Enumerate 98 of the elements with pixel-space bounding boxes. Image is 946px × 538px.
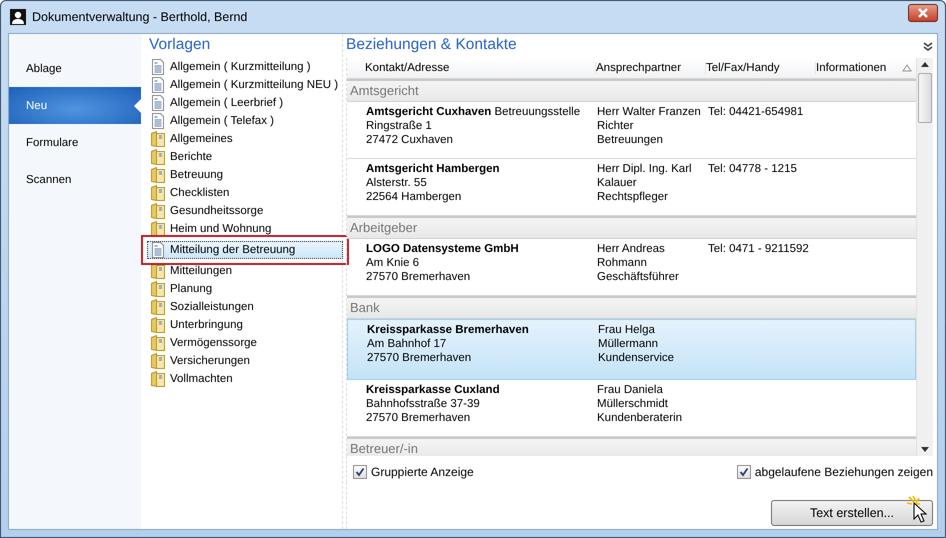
close-icon <box>917 8 929 18</box>
contact-person-line: Herr Walter Franzen <box>597 105 702 119</box>
template-item[interactable]: Allgemein ( Kurzmitteilung ) <box>149 58 339 76</box>
document-icon <box>151 59 165 75</box>
template-item[interactable]: Allgemein ( Telefax ) <box>149 112 339 130</box>
folder-icon <box>151 263 165 279</box>
group-header[interactable]: Betreuer/-in <box>347 437 916 456</box>
create-text-button[interactable]: Text erstellen... <box>771 500 933 526</box>
contact-person-line: Herr Andreas <box>597 242 666 256</box>
template-item[interactable]: Checklisten <box>149 184 339 202</box>
close-button[interactable] <box>908 4 938 22</box>
contact-name: Amtsgericht Hambergen <box>366 162 501 176</box>
contact-person-line: Betreuungen <box>597 133 664 147</box>
templates-title: Vorlagen <box>149 36 212 54</box>
nav-item[interactable]: Formulare <box>9 124 141 161</box>
nav-item[interactable]: Neu <box>9 87 141 124</box>
contact-person-line: Frau Daniela <box>597 383 664 397</box>
address-line: 27570 Bremerhaven <box>367 351 472 365</box>
folder-icon <box>151 203 165 219</box>
address-line: Am Bahnhof 17 <box>367 337 448 351</box>
contact-person-line: Rohmann <box>597 256 648 270</box>
user-icon <box>10 9 26 25</box>
document-icon <box>151 95 165 111</box>
contact-row[interactable]: Kreissparkasse Bremerhaven Am Bahnhof 17 27570 Bremerhaven Frau Helga Müllermann Kundenservice <box>347 319 916 380</box>
template-item[interactable]: Gesundheitssorge <box>149 202 339 220</box>
sort-icon <box>902 64 912 72</box>
address-line: Bahnhofsstraße 37-39 <box>366 397 481 411</box>
nav-item[interactable]: Scannen <box>9 161 141 198</box>
template-item[interactable]: Betreuung <box>149 166 339 184</box>
contact-person-line: Kundenberaterin <box>597 411 684 425</box>
template-item[interactable]: Versicherungen <box>149 352 339 370</box>
template-item[interactable]: Allgemeines <box>149 130 339 148</box>
window-title: Dokumentverwaltung - Berthold, Bernd <box>32 10 248 24</box>
contact-name: Kreissparkasse Bremerhaven <box>367 323 530 337</box>
checkbox[interactable] <box>736 465 751 479</box>
folder-icon <box>151 149 165 165</box>
contact-person-line: Rechtspfleger <box>597 190 669 204</box>
contact-person-line: Kundenservice <box>598 351 676 365</box>
column-header[interactable]: Ansprechpartner <box>595 62 705 74</box>
contact-name: LOGO Datensysteme GmbH <box>366 242 520 256</box>
phone-number: Tel: 04778 - 1215 <box>708 162 798 176</box>
collapse-icon[interactable] <box>923 42 933 52</box>
group-header[interactable]: Bank <box>347 296 916 319</box>
address-line: 27570 Bremerhaven <box>366 270 472 284</box>
contact-person-line: Kalauer <box>597 176 638 190</box>
folder-icon <box>151 299 165 315</box>
template-item[interactable]: Mitteilungen <box>149 262 339 280</box>
contact-person-line: Richter <box>597 119 634 133</box>
document-icon <box>151 242 165 258</box>
scrollbar[interactable] <box>916 58 933 456</box>
folder-icon <box>151 131 165 147</box>
template-item[interactable]: Unterbringung <box>149 316 339 334</box>
document-icon <box>151 77 165 93</box>
contact-person-line: Müllermann <box>598 337 660 351</box>
folder-icon <box>151 335 165 351</box>
column-header[interactable]: Kontakt/Adresse <box>365 62 595 74</box>
address-line: Am Knie 6 <box>366 256 420 270</box>
contact-person-line: Frau Helga <box>598 323 656 337</box>
folder-icon <box>151 281 165 297</box>
document-icon <box>151 113 165 129</box>
template-item[interactable]: Vermögenssorge <box>149 334 339 352</box>
template-item[interactable]: Planung <box>149 280 339 298</box>
address-line: Alsterstr. 55 <box>366 176 428 190</box>
folder-icon <box>151 371 165 387</box>
folder-icon <box>151 185 165 201</box>
template-item[interactable]: Allgemein ( Leerbrief ) <box>149 94 339 112</box>
checkbox[interactable] <box>353 465 367 479</box>
template-item[interactable]: Heim und Wohnung <box>149 220 339 238</box>
column-header[interactable]: Tel/Fax/Handy <box>705 62 815 74</box>
folder-icon <box>151 353 165 369</box>
template-item[interactable]: Allgemein ( Kurzmitteilung NEU ) <box>149 76 339 94</box>
folder-icon <box>151 221 165 237</box>
checkbox-option[interactable]: abgelaufene Beziehungen zeigen <box>736 462 933 482</box>
contact-row[interactable]: Amtsgericht Cuxhaven Betreuungsstelle Ringstraße 1 27472 Cuxhaven Herr Walter Franzen Richter Betreuungen Tel: 04421-654981 <box>347 102 916 159</box>
folder-icon <box>151 317 165 333</box>
address-line: 27570 Bremerhaven <box>366 411 472 425</box>
scroll-up-icon[interactable] <box>921 62 929 67</box>
address-line: Ringstraße 1 <box>366 119 433 133</box>
contact-name: Kreissparkasse Cuxland <box>366 383 501 397</box>
checkbox-option[interactable]: Gruppierte Anzeige <box>353 462 474 482</box>
template-item[interactable]: Berichte <box>149 148 339 166</box>
contact-name: Amtsgericht Cuxhaven Betreuungsstelle <box>366 105 582 119</box>
template-item[interactable]: Sozialleistungen <box>149 298 339 316</box>
group-header[interactable]: Amtsgericht <box>347 79 916 102</box>
group-header[interactable]: Arbeitgeber <box>347 216 916 239</box>
contact-person-line: Müllerschmidt <box>597 397 669 411</box>
phone-number: Tel: 0471 - 9211592 <box>708 242 810 256</box>
contacts-title: Beziehungen & Kontakte <box>346 36 517 54</box>
contact-person-line: Herr Dipl. Ing. Karl <box>597 162 693 176</box>
address-line: 27472 Cuxhaven <box>366 133 454 147</box>
scrollbar-thumb[interactable] <box>918 73 932 123</box>
address-line: 22564 Hambergen <box>366 190 462 204</box>
folder-icon <box>151 167 165 183</box>
contact-person-line: Geschäftsführer <box>597 270 680 284</box>
phone-number: Tel: 04421-654981 <box>708 105 804 119</box>
nav-item[interactable]: Ablage <box>9 50 141 87</box>
scroll-down-icon[interactable] <box>921 447 929 452</box>
template-item[interactable]: Vollmachten <box>149 370 339 388</box>
